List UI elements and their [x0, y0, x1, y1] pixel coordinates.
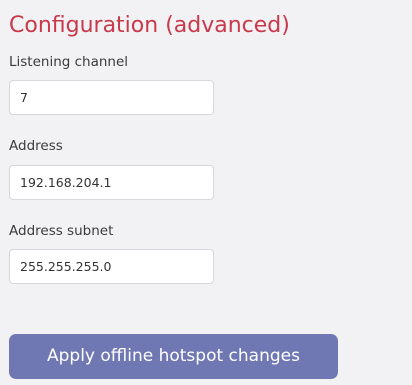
address-subnet-label: Address subnet — [9, 223, 114, 239]
listening-channel-input[interactable] — [9, 80, 214, 115]
listening-channel-label: Listening channel — [9, 54, 129, 70]
apply-offline-hotspot-changes-button[interactable]: Apply offline hotspot changes — [9, 334, 338, 379]
advanced-configuration-panel: Configuration (advanced) Listening chann… — [0, 0, 412, 385]
address-subnet-input[interactable] — [9, 249, 214, 284]
address-input[interactable] — [9, 165, 214, 200]
section-title: Configuration (advanced) — [9, 13, 290, 38]
address-label: Address — [9, 138, 63, 154]
